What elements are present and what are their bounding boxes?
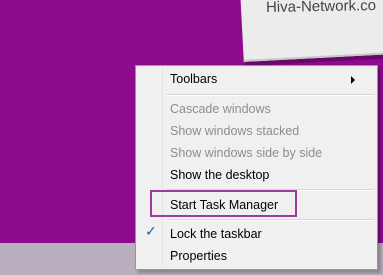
menu-item-lock-the-taskbar[interactable]: Lock the taskbar bbox=[170, 224, 373, 244]
menu-item-cascade-windows: Cascade windows bbox=[170, 99, 373, 119]
menu-item-label: Toolbars bbox=[170, 72, 218, 86]
menu-item-properties[interactable]: Properties bbox=[170, 246, 373, 266]
menu-item-label: Show windows stacked bbox=[170, 124, 300, 138]
menu-item-label: Show the desktop bbox=[170, 168, 270, 182]
menu-item-label: Properties bbox=[170, 249, 227, 263]
checkmark-icon: ✓ bbox=[145, 224, 157, 240]
submenu-arrow-icon bbox=[351, 76, 355, 84]
watermark-text: Hiva-Network.co bbox=[265, 0, 377, 16]
menu-separator bbox=[166, 94, 374, 96]
menu-item-label: Show windows side by side bbox=[170, 146, 323, 160]
taskbar-context-menu: Toolbars Cascade windows Show windows st… bbox=[135, 65, 378, 270]
task-manager-highlight-outline bbox=[150, 190, 297, 217]
menu-item-show-windows-stacked: Show windows stacked bbox=[170, 121, 373, 141]
menu-item-toolbars[interactable]: Toolbars bbox=[170, 69, 373, 89]
menu-item-show-windows-side-by-side: Show windows side by side bbox=[170, 143, 373, 163]
menu-separator bbox=[166, 219, 374, 221]
menu-gutter bbox=[162, 68, 163, 267]
menu-item-show-the-desktop[interactable]: Show the desktop bbox=[170, 165, 373, 185]
menu-item-label: Lock the taskbar bbox=[170, 227, 262, 241]
menu-item-label: Cascade windows bbox=[170, 102, 271, 116]
